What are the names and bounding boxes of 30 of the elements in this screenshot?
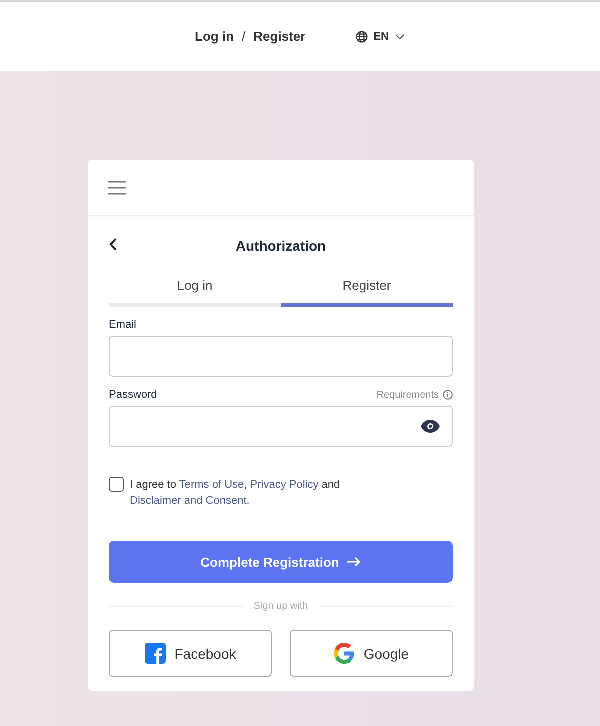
- complete-registration-button[interactable]: Complete Registration: [109, 541, 453, 583]
- auth-tab[interactable]: Log in: [109, 276, 281, 307]
- agreement-link[interactable]: Disclaimer and Consent.: [130, 495, 250, 507]
- arrow-right-icon: [347, 557, 362, 567]
- agreement-link[interactable]: Privacy Policy: [247, 479, 322, 491]
- agreement-link[interactable]: Terms of Use: [179, 479, 244, 491]
- google-icon: [334, 643, 355, 664]
- auth-tab[interactable]: Register: [281, 276, 453, 307]
- agreement-text: I agree to Terms of Use, Privacy Policy and Disclaimer and Consent.: [130, 478, 342, 509]
- login-link[interactable]: Log in: [195, 29, 234, 44]
- chevron-down-icon[interactable]: [394, 34, 405, 40]
- globe-icon[interactable]: [356, 30, 368, 42]
- info-icon[interactable]: [443, 390, 453, 400]
- card-title: Authorization: [236, 238, 326, 254]
- agree-checkbox[interactable]: [109, 477, 124, 492]
- field-label: Email: [109, 319, 137, 331]
- separator-text: /: [242, 29, 246, 44]
- divider-text: Sign up with: [254, 601, 308, 612]
- eye-icon[interactable]: [421, 420, 440, 433]
- facebook-icon: [144, 643, 166, 664]
- social-login-button[interactable]: Facebook: [109, 630, 272, 677]
- menu-icon[interactable]: [108, 180, 126, 194]
- password-field[interactable]: [109, 406, 453, 447]
- back-icon[interactable]: [109, 238, 117, 251]
- requirements-link[interactable]: Requirements: [376, 390, 439, 400]
- email-field[interactable]: [109, 336, 453, 377]
- language-selector[interactable]: EN: [374, 30, 389, 42]
- register-link[interactable]: Register: [254, 29, 306, 44]
- social-login-button[interactable]: Google: [290, 630, 453, 677]
- field-label: Password: [109, 389, 158, 401]
